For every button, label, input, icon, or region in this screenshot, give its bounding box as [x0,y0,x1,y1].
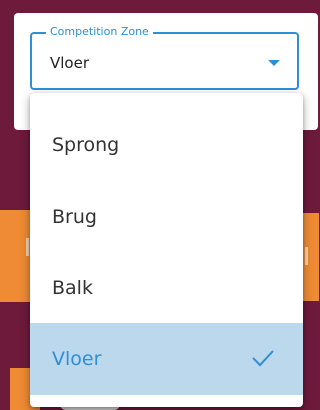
competition-zone-menu: Sprong Brug Balk Vloer [30,93,303,407]
check-icon [252,350,274,367]
menu-item-balk[interactable]: Balk [30,252,303,324]
menu-item-label: Balk [52,277,93,299]
menu-item-label: Vloer [52,348,102,370]
competition-zone-label: Competition Zone [46,25,153,39]
chevron-down-icon[interactable] [268,60,280,66]
background-panel [0,210,30,302]
competition-zone-select[interactable]: Competition Zone Vloer [30,25,299,90]
menu-item-label: Brug [52,206,97,228]
menu-item-sprong[interactable]: Sprong [30,109,303,181]
competition-zone-value: Vloer [50,54,90,72]
menu-item-vloer[interactable]: Vloer [30,323,303,395]
menu-item-brug[interactable]: Brug [30,181,303,253]
menu-item-label: Sprong [52,134,120,156]
